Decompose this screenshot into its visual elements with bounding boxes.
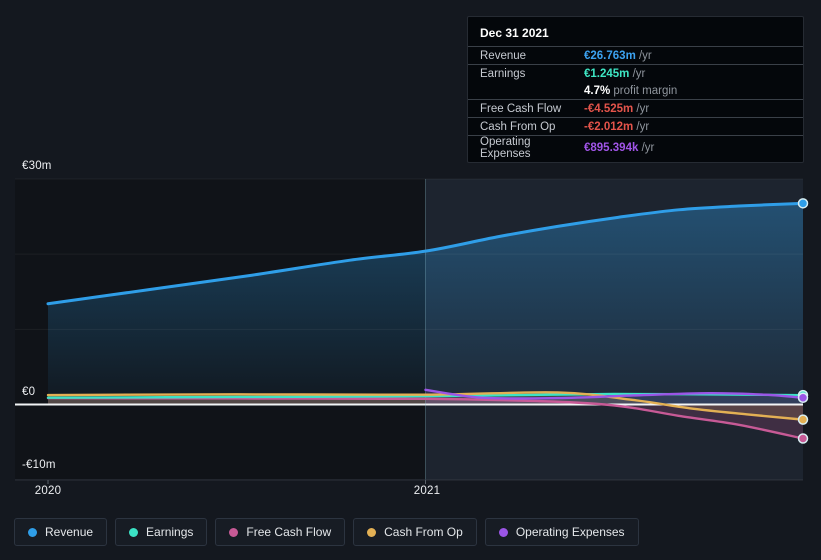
tooltip-suffix: /yr <box>629 67 646 80</box>
chart-tooltip: Dec 31 2021 Revenue €26.763m /yr Earning… <box>467 16 804 163</box>
cash-from-op-endpoint-marker[interactable] <box>797 414 809 425</box>
free-cash-flow-dot-icon <box>229 527 239 537</box>
tooltip-suffix: /yr <box>633 120 650 133</box>
tooltip-label: Earnings <box>480 67 526 80</box>
tooltip-value-3: -€4.525m <box>584 102 634 115</box>
tooltip-label: Operating Expenses <box>480 136 531 160</box>
chart-page: { "page": { "background": "#14181f" }, "… <box>0 0 821 560</box>
legend-label: Cash From Op <box>384 525 463 539</box>
chart-legend: Revenue Earnings Free Cash Flow Cash Fro… <box>14 518 639 546</box>
tooltip-value-1: €1.245m <box>584 67 630 80</box>
tooltip-row-free-cash-flow: Free Cash Flow -€4.525m /yr <box>468 99 803 117</box>
legend-label: Revenue <box>45 525 94 539</box>
y-axis-label-0: €0 <box>22 386 36 398</box>
legend-item-cash-from-op[interactable]: Cash From Op <box>353 518 477 546</box>
tooltip-row-profit-margin: 4.7% profit margin <box>468 82 803 99</box>
revenue-dot-icon <box>28 527 37 537</box>
legend-item-revenue[interactable]: Revenue <box>14 518 108 546</box>
tooltip-suffix: /yr <box>638 142 655 154</box>
tooltip-value-0: €26.763m <box>584 49 636 62</box>
earnings-dot-icon <box>129 527 139 537</box>
tooltip-row-operating-expenses: Operating Expenses €895.394k /yr <box>468 135 803 160</box>
tooltip-suffix: /yr <box>635 49 652 62</box>
x-axis-label-2020: 2020 <box>34 485 62 497</box>
tooltip-row-earnings: Earnings €1.245m /yr <box>468 64 803 82</box>
tooltip-row-revenue: Revenue €26.763m /yr <box>468 47 803 64</box>
tooltip-value-5: €895.394k <box>584 142 639 154</box>
revenue-endpoint-marker[interactable] <box>797 198 809 209</box>
y-axis-label-30m: €30m <box>22 160 52 172</box>
operating-expenses-endpoint-marker[interactable] <box>797 392 809 404</box>
tooltip-label: Revenue <box>480 49 527 62</box>
x-axis-label-2021: 2021 <box>413 485 441 497</box>
cash-from-op-dot-icon <box>367 527 377 537</box>
y-axis-label-neg10m: -€10m <box>22 459 56 471</box>
tooltip-label: Cash From Op <box>480 120 556 133</box>
legend-item-free-cash-flow[interactable]: Free Cash Flow <box>215 518 346 546</box>
tooltip-value-2: 4.7% <box>584 84 611 97</box>
tooltip-row-cash-from-op: Cash From Op -€2.012m /yr <box>468 117 803 135</box>
legend-label: Operating Expenses <box>515 525 625 539</box>
tooltip-suffix: /yr <box>633 102 650 115</box>
legend-label: Free Cash Flow <box>246 525 332 539</box>
tooltip-date: Dec 31 2021 <box>468 22 803 47</box>
tooltip-value-4: -€2.012m <box>584 120 634 133</box>
free-cash-flow-endpoint-marker[interactable] <box>797 433 809 444</box>
tooltip-suffix: profit margin <box>610 84 678 97</box>
tooltip-label: Free Cash Flow <box>480 102 562 115</box>
legend-item-operating-expenses[interactable]: Operating Expenses <box>484 518 639 546</box>
legend-label: Earnings <box>146 525 194 539</box>
legend-item-earnings[interactable]: Earnings <box>115 518 208 546</box>
operating-expenses-dot-icon <box>498 527 508 537</box>
